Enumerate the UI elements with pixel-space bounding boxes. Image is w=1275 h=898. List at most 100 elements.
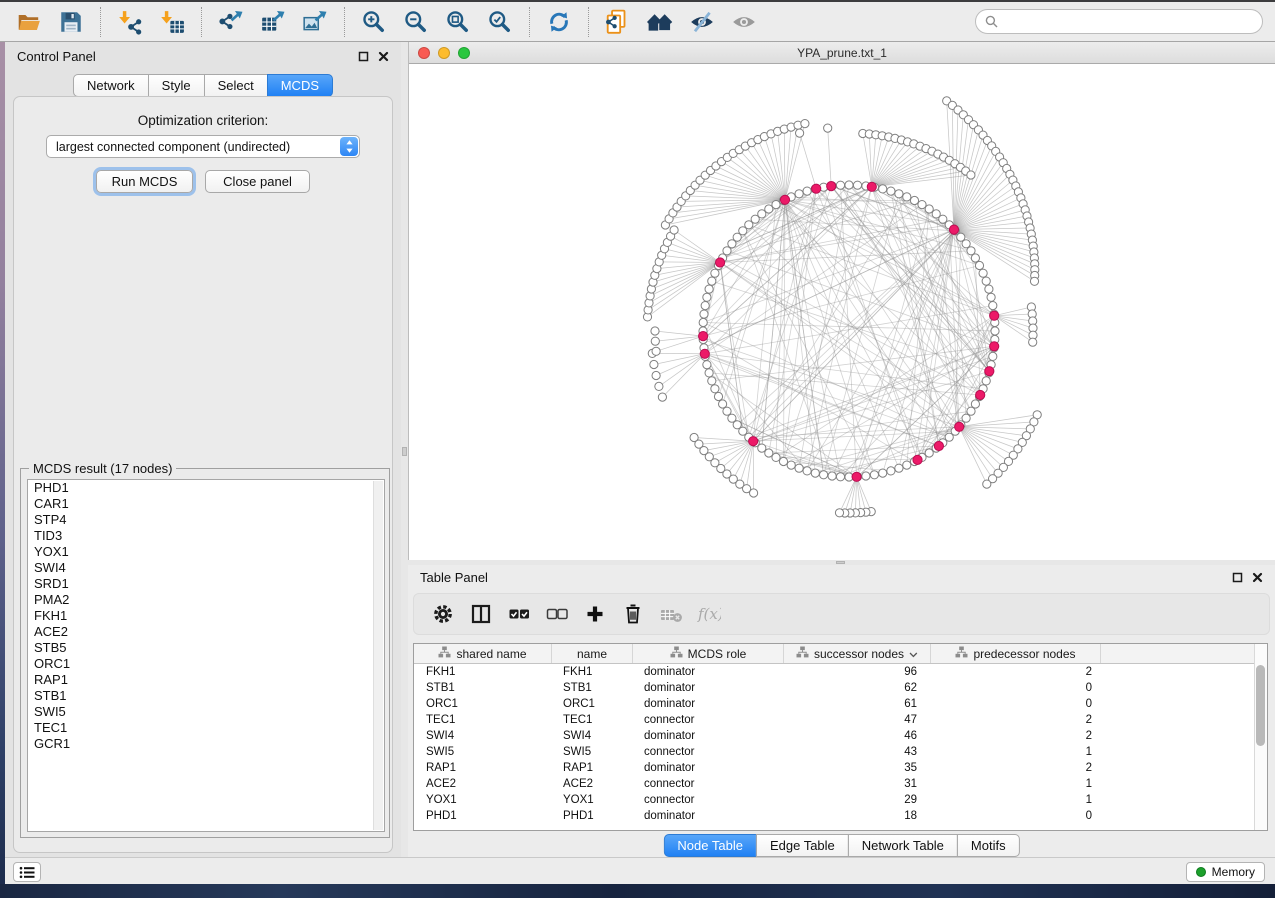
network-canvas[interactable] — [409, 64, 1275, 560]
mcds-result-item[interactable]: PHD1 — [28, 480, 384, 496]
mcds-result-item[interactable]: ORC1 — [28, 656, 384, 672]
refresh-layout-icon[interactable] — [545, 8, 573, 36]
cell-predecessor-nodes: 0 — [931, 680, 1101, 696]
table-row[interactable]: RAP1RAP1dominator352 — [414, 760, 1267, 776]
zoom-out-icon[interactable] — [402, 8, 430, 36]
close-panel-button[interactable]: Close panel — [205, 170, 310, 193]
splitter-grip[interactable] — [836, 561, 845, 564]
automation-panel-button[interactable] — [13, 862, 41, 882]
table-panel: Table Panel f(x) shared namenameMCDS rol… — [408, 565, 1275, 857]
mcds-result-item[interactable]: SWI4 — [28, 560, 384, 576]
export-image-icon[interactable] — [301, 8, 329, 36]
vertical-splitter[interactable] — [401, 42, 408, 857]
cell-MCDS-role: dominator — [633, 808, 784, 824]
cell-predecessor-nodes: 1 — [931, 744, 1101, 760]
toolbar-group — [530, 7, 589, 37]
table-row[interactable]: ORC1ORC1dominator610 — [414, 696, 1267, 712]
table-row[interactable]: PHD1PHD1dominator180 — [414, 808, 1267, 824]
mcds-result-item[interactable]: TEC1 — [28, 720, 384, 736]
cell-name: ACE2 — [552, 776, 633, 792]
table-row[interactable]: YOX1YOX1connector291 — [414, 792, 1267, 808]
close-panel-icon[interactable] — [378, 49, 389, 67]
table-row[interactable]: TEC1TEC1connector472 — [414, 712, 1267, 728]
cell-MCDS-role: connector — [633, 776, 784, 792]
mcds-result-item[interactable]: ACE2 — [28, 624, 384, 640]
table-scrollbar[interactable] — [1254, 644, 1267, 830]
tab-motifs[interactable]: Motifs — [957, 834, 1020, 857]
zoom-in-icon[interactable] — [360, 8, 388, 36]
table-row[interactable]: SWI4SWI4dominator462 — [414, 728, 1267, 744]
houses-icon[interactable] — [646, 8, 674, 36]
tab-select[interactable]: Select — [204, 74, 268, 97]
mcds-result-item[interactable]: SRD1 — [28, 576, 384, 592]
hide-eye-icon[interactable] — [688, 8, 716, 36]
mcds-result-item[interactable]: GCR1 — [28, 736, 384, 752]
column-split-icon[interactable] — [466, 599, 496, 629]
table-tabs: Node TableEdge TableNetwork TableMotifs — [663, 834, 1019, 857]
network-graph[interactable] — [409, 64, 1275, 560]
export-network-icon[interactable] — [217, 8, 245, 36]
column-header-name[interactable]: name — [552, 644, 633, 663]
cell-name: ORC1 — [552, 696, 633, 712]
mcds-result-item[interactable]: YOX1 — [28, 544, 384, 560]
zoom-selected-icon[interactable] — [486, 8, 514, 36]
export-table-icon[interactable] — [259, 8, 287, 36]
float-panel-icon[interactable] — [358, 49, 369, 67]
float-panel-icon[interactable] — [1232, 570, 1243, 588]
show-columns-icon[interactable] — [504, 599, 534, 629]
add-column-icon[interactable] — [580, 599, 610, 629]
close-panel-icon[interactable] — [1252, 570, 1263, 588]
hide-columns-icon[interactable] — [542, 599, 572, 629]
run-mcds-button[interactable]: Run MCDS — [96, 170, 193, 193]
cell-MCDS-role: connector — [633, 792, 784, 808]
cell-MCDS-role: connector — [633, 712, 784, 728]
table-row[interactable]: ACE2ACE2connector311 — [414, 776, 1267, 792]
tab-edge-table[interactable]: Edge Table — [756, 834, 849, 857]
mcds-result-item[interactable]: TID3 — [28, 528, 384, 544]
mcds-result-item[interactable]: FKH1 — [28, 608, 384, 624]
column-header-shared-name[interactable]: shared name — [414, 644, 552, 663]
delete-column-icon[interactable] — [618, 599, 648, 629]
mcds-result-item[interactable]: SWI5 — [28, 704, 384, 720]
splitter-grip[interactable] — [402, 447, 407, 456]
search-field[interactable] — [975, 9, 1263, 34]
tab-network[interactable]: Network — [73, 74, 149, 97]
svg-text:f(x): f(x) — [697, 605, 721, 623]
column-header-predecessor-nodes[interactable]: predecessor nodes — [931, 644, 1101, 663]
mcds-result-item[interactable]: STP4 — [28, 512, 384, 528]
tab-node-table[interactable]: Node Table — [663, 834, 757, 857]
cell-successor-nodes: 46 — [784, 728, 931, 744]
cell-name: SWI4 — [552, 728, 633, 744]
column-header-successor-nodes[interactable]: successor nodes — [784, 644, 931, 663]
clone-network-icon[interactable] — [604, 8, 632, 36]
search-input[interactable] — [1003, 12, 1253, 32]
table-row[interactable]: STB1STB1dominator620 — [414, 680, 1267, 696]
zoom-fit-icon[interactable] — [444, 8, 472, 36]
memory-button[interactable]: Memory — [1186, 862, 1265, 882]
table-row[interactable]: SWI5SWI5connector431 — [414, 744, 1267, 760]
scrollbar-thumb[interactable] — [1256, 665, 1265, 746]
mcds-result-item[interactable]: PMA2 — [28, 592, 384, 608]
mcds-result-item[interactable]: STB1 — [28, 688, 384, 704]
tab-mcds[interactable]: MCDS — [267, 74, 333, 97]
open-session-icon[interactable] — [15, 8, 43, 36]
toolbar-group — [202, 7, 345, 37]
tab-style[interactable]: Style — [148, 74, 205, 97]
mcds-list-scrollbar[interactable] — [373, 481, 383, 830]
tab-network-table[interactable]: Network Table — [848, 834, 958, 857]
optimization-criterion-select[interactable]: largest connected component (undirected) — [46, 135, 360, 158]
mcds-result-item[interactable]: STB5 — [28, 640, 384, 656]
cell-shared-name: STB1 — [414, 680, 552, 696]
import-network-icon[interactable] — [116, 8, 144, 36]
mcds-result-list[interactable]: PHD1CAR1STP4TID3YOX1SWI4SRD1PMA2FKH1ACE2… — [27, 479, 385, 832]
mcds-result-item[interactable]: RAP1 — [28, 672, 384, 688]
save-session-icon[interactable] — [57, 8, 85, 36]
toolbar-group — [589, 7, 773, 37]
cell-predecessor-nodes: 1 — [931, 776, 1101, 792]
import-table-icon[interactable] — [158, 8, 186, 36]
mcds-panel: Optimization criterion: largest connecte… — [13, 96, 393, 853]
column-header-MCDS-role[interactable]: MCDS role — [633, 644, 784, 663]
table-row[interactable]: FKH1FKH1dominator962 — [414, 664, 1267, 680]
mcds-result-item[interactable]: CAR1 — [28, 496, 384, 512]
table-settings-icon[interactable] — [428, 599, 458, 629]
